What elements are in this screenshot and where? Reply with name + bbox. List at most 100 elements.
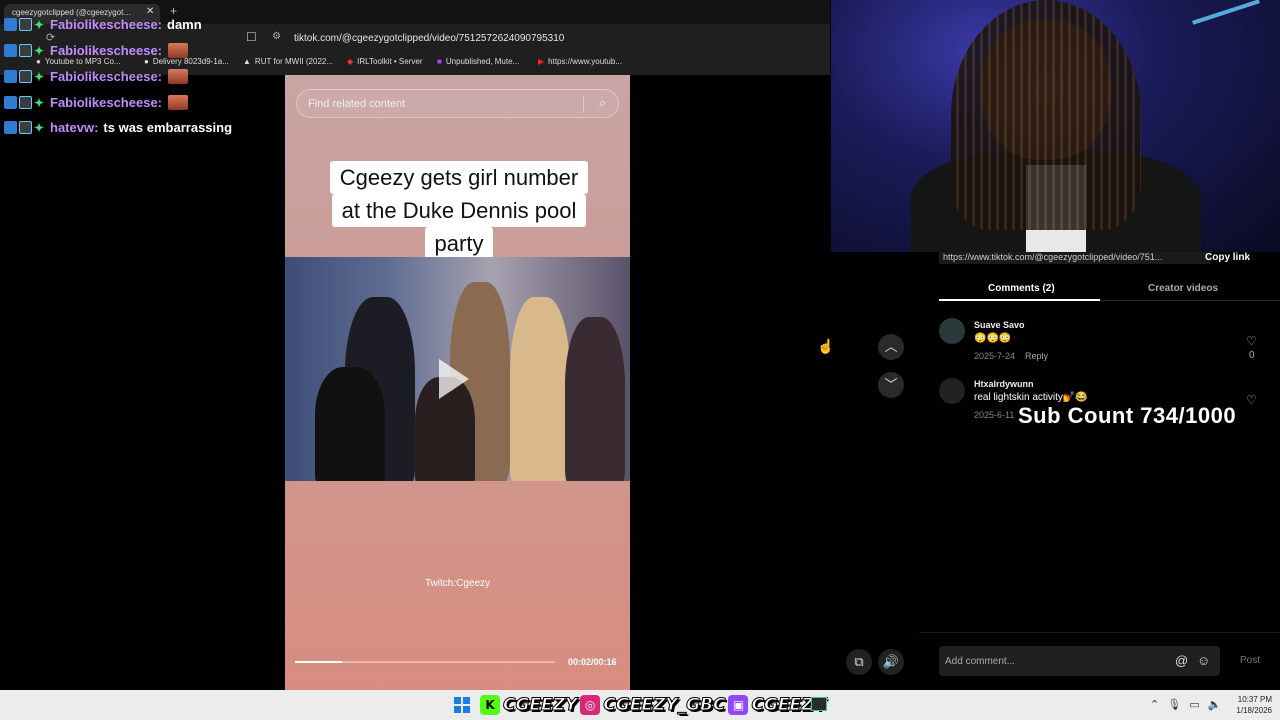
clock-date: 1/18/2026: [1236, 706, 1272, 715]
social-handle: CGEEZY: [502, 695, 578, 716]
terminal-icon[interactable]: [811, 697, 827, 711]
bookmark-item[interactable]: ◆ IRLToolkit • Server: [347, 57, 423, 66]
chat-badges: ✦: [4, 69, 46, 84]
avatar[interactable]: [939, 318, 965, 344]
mini-player-icon: ⧉: [854, 654, 864, 669]
sparkle-icon: ✦: [34, 43, 45, 58]
bookmark-icon[interactable]: ☐: [246, 30, 257, 44]
chat-message: ✦ hatevw: ts was embarrassing: [4, 118, 232, 136]
badge-icon: [4, 69, 17, 83]
badge-icon: [19, 120, 32, 134]
comment-text: real lightskin activity💅😂: [974, 392, 1088, 403]
video-caption: Cgeezy gets girl number at the Duke Denn…: [314, 161, 604, 260]
speaker-icon[interactable]: 🔈: [1208, 698, 1222, 711]
clock-time: 10:37 PM: [1237, 695, 1272, 704]
person-figure: [565, 317, 625, 481]
kick-icon: K: [480, 695, 500, 715]
chat-message: ✦ Fabiolikescheese: damn: [4, 15, 202, 33]
chevron-up-icon[interactable]: ⌃: [1150, 698, 1159, 711]
badge-icon: [19, 95, 32, 109]
sparkle-icon: ✦: [34, 17, 45, 32]
like-count: 0: [1249, 350, 1255, 361]
badge-icon: [19, 43, 32, 57]
google-drive-icon: ▲: [243, 57, 251, 66]
badge-icon: [19, 17, 32, 31]
taskbar: K CGEEZY ◎ CGEEZY_GBC ▣ CGEEZY ⌃ 🎙 ▭ 🔈 1…: [0, 690, 1280, 720]
chat-text: ts was embarrassing: [103, 119, 233, 135]
caption-line: Cgeezy gets girl number: [329, 161, 589, 194]
youtube-icon: ▶: [538, 57, 545, 66]
instagram-icon: ◎: [580, 695, 601, 715]
search-placeholder: Find related content: [308, 98, 406, 110]
network-icon[interactable]: ▭: [1189, 698, 1199, 711]
emoji-icon[interactable]: ☺: [1197, 653, 1210, 668]
chat-message: ✦ Fabiolikescheese:: [4, 93, 188, 111]
chevron-up-icon: ︿: [884, 339, 898, 354]
chat-message: ✦ Fabiolikescheese:: [4, 67, 188, 85]
sparkle-icon: ✦: [34, 120, 45, 135]
share-link[interactable]: https://www.tiktok.com/@cgeezygotclipped…: [939, 252, 1211, 264]
mini-player-button[interactable]: ⧉: [846, 649, 872, 675]
tab-comments[interactable]: Comments (2): [988, 283, 1055, 294]
video-frame: [285, 257, 630, 481]
search-icon[interactable]: ⌕: [599, 95, 606, 111]
mention-icon[interactable]: @: [1175, 653, 1188, 668]
next-video-button[interactable]: ﹀: [878, 372, 904, 398]
chat-badges: ✦: [4, 120, 46, 135]
video-watermark: Twitch:Cgeezy: [424, 578, 491, 589]
chat-badges: ✦: [4, 17, 46, 32]
chat-emote-icon: [168, 68, 188, 84]
badge-icon: [4, 43, 17, 57]
badge-icon: [19, 69, 32, 83]
divider: [919, 632, 1280, 633]
twitch-icon: ▣: [728, 695, 749, 715]
streamer-hair: [951, 0, 1141, 230]
bookmark-item[interactable]: ▶ https://www.youtub...: [538, 57, 622, 66]
person-figure: [510, 297, 570, 481]
reply-button[interactable]: Reply: [1025, 351, 1048, 361]
search-input[interactable]: Find related content ⌕: [296, 89, 619, 118]
sub-count-overlay: Sub Count 734/1000: [1018, 403, 1237, 428]
bookmark-item[interactable]: ■ Unpublished, Mute...: [437, 57, 519, 66]
progress-bar[interactable]: [295, 661, 555, 663]
copy-link-button[interactable]: Copy link: [1205, 252, 1250, 263]
comment-date: 2025-6-11: [974, 410, 1015, 420]
previous-video-button[interactable]: ︿: [878, 334, 904, 360]
heart-icon[interactable]: ♡: [1246, 393, 1257, 407]
comments-panel: https://www.tiktok.com/@cgeezygotclipped…: [919, 252, 1280, 690]
comment-date: 2025-7-24: [974, 351, 1016, 361]
address-bar[interactable]: tiktok.com/@cgeezygotclipped/video/75125…: [268, 30, 823, 48]
sparkle-icon: ✦: [34, 95, 45, 110]
chat-username: Fabiolikescheese:: [50, 94, 162, 110]
person-figure: [315, 367, 385, 481]
volume-button[interactable]: 🔊: [878, 649, 904, 675]
avatar[interactable]: [939, 378, 965, 404]
social-handle: CGEEZY_GBC: [603, 695, 726, 716]
heart-icon[interactable]: ♡: [1246, 334, 1257, 348]
chat-message: ✦ Fabiolikescheese:: [4, 41, 188, 59]
speaker-icon: 🔊: [882, 654, 900, 669]
play-icon[interactable]: [439, 359, 469, 399]
video-time: 00:02/00:16: [568, 657, 617, 667]
chevron-down-icon: ﹀: [884, 377, 898, 392]
microphone-icon[interactable]: 🎙: [1167, 698, 1181, 711]
comment-username[interactable]: Suave Savo: [974, 320, 1025, 330]
chat-username: Fabiolikescheese:: [50, 16, 162, 32]
chat-emote-icon: [168, 94, 188, 110]
comment-text: 😳😳😳: [974, 333, 1012, 344]
badge-icon: [4, 17, 17, 31]
tab-creator-videos[interactable]: Creator videos: [1148, 283, 1218, 294]
badge-icon: [4, 120, 17, 134]
post-button[interactable]: Post: [1240, 655, 1260, 666]
led-light: [1192, 0, 1260, 25]
video-player[interactable]: Find related content ⌕ Cgeezy gets girl …: [285, 75, 630, 690]
bookmark-favicon-icon: ◆: [347, 57, 354, 66]
windows-start-icon[interactable]: [454, 697, 470, 713]
hand-cursor-icon: ☝: [817, 338, 835, 354]
chat-emote-icon: [168, 42, 188, 58]
chat-username: Fabiolikescheese:: [50, 42, 162, 58]
comment-username[interactable]: Htxalrdywunn: [974, 379, 1034, 389]
clock[interactable]: 10:37 PM 1/18/2026: [1228, 694, 1272, 716]
bookmark-item[interactable]: ▲ RUT for MWII (2022...: [243, 57, 333, 66]
chat-username: hatevw:: [50, 119, 99, 135]
